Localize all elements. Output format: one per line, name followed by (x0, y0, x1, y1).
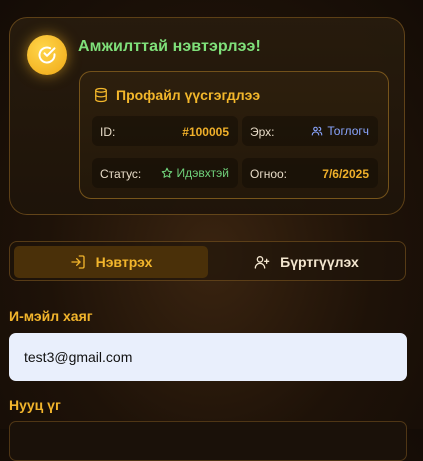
tab-login[interactable]: Нэвтрэх (14, 246, 208, 278)
status-value-wrap: Идэвхтэй (161, 166, 229, 180)
success-badge (27, 35, 67, 75)
tab-register-label: Бүртгүүлэх (280, 254, 359, 270)
role-value: Тоглогч (327, 124, 369, 138)
password-input[interactable] (9, 421, 407, 461)
profile-role-cell: Эрх: Тоглогч (242, 116, 378, 146)
status-value: Идэвхтэй (176, 166, 229, 180)
date-label: Огноо: (250, 167, 288, 181)
success-title: Амжилттай нэвтэрлээ! (78, 38, 261, 55)
password-label: Нууц үг (9, 397, 61, 413)
email-label: И-мэйл хаяг (9, 308, 93, 324)
check-circle-icon (38, 46, 56, 64)
role-label: Эрх: (250, 125, 275, 139)
email-input[interactable] (9, 333, 407, 381)
star-icon (161, 167, 172, 178)
profile-date-cell: Огноо: 7/6/2025 (242, 158, 378, 188)
id-value: #100005 (182, 125, 229, 139)
profile-card: Профайл үүсгэгдлээ ID: #100005 Эрх: Тогл… (79, 71, 389, 199)
profile-title: Профайл үүсгэгдлээ (116, 87, 261, 103)
login-icon (70, 255, 85, 269)
tab-login-label: Нэвтрэх (95, 254, 153, 270)
status-label: Статус: (100, 167, 142, 181)
role-value-wrap: Тоглогч (311, 124, 369, 138)
profile-status-cell: Статус: Идэвхтэй (92, 158, 238, 188)
auth-tabs: Нэвтрэх Бүртгүүлэх (9, 241, 406, 281)
database-icon (95, 87, 107, 103)
profile-id-cell: ID: #100005 (92, 116, 238, 146)
date-value: 7/6/2025 (322, 167, 369, 181)
user-plus-icon (254, 255, 270, 269)
tab-register[interactable]: Бүртгүүлэх (210, 246, 403, 278)
login-success-card: Амжилттай нэвтэрлээ! Профайл үүсгэгдлээ … (9, 17, 405, 215)
users-icon (312, 126, 323, 136)
id-label: ID: (100, 125, 116, 139)
